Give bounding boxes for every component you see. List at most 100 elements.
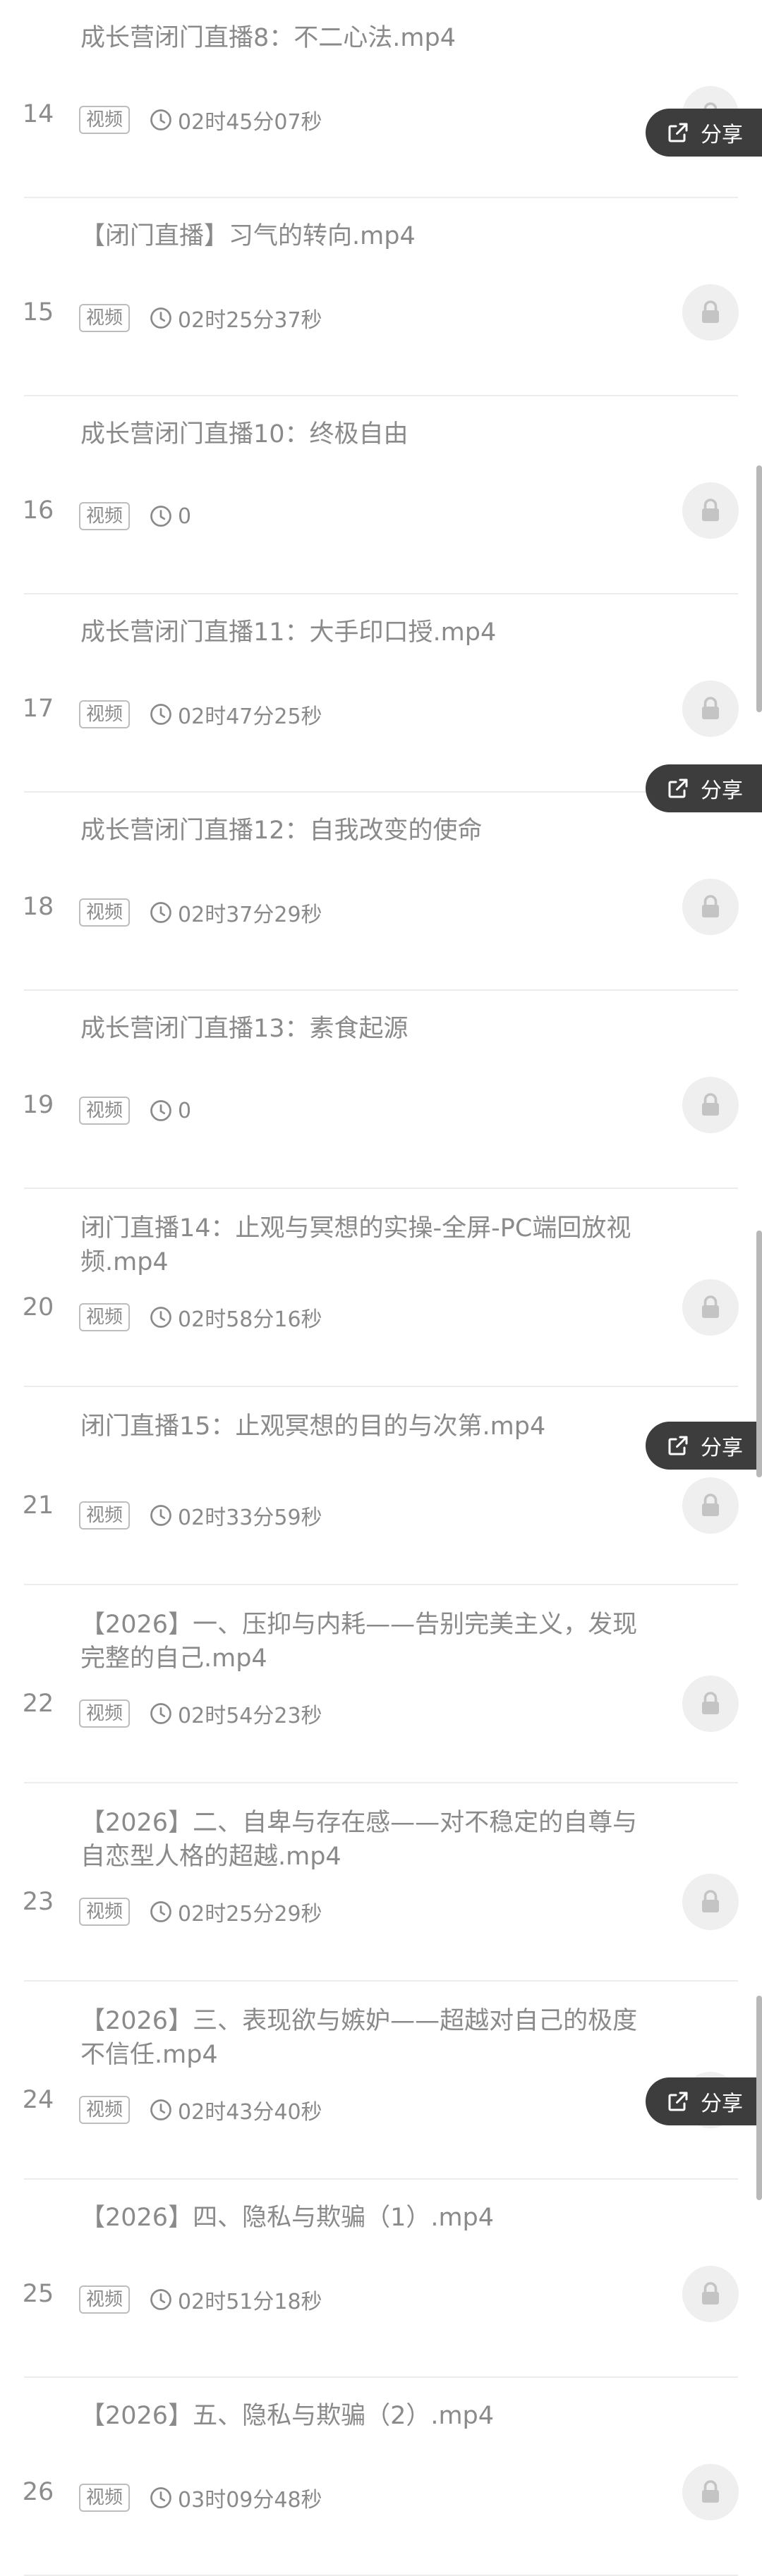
item-duration: 02时51分18秒 bbox=[178, 2290, 322, 2314]
lock-button[interactable] bbox=[682, 1675, 739, 1732]
video-tag: 视频 bbox=[79, 2285, 131, 2314]
scrollbar-thumb[interactable] bbox=[756, 465, 762, 712]
item-meta: 视频 02时54分23秒 bbox=[79, 1698, 322, 1729]
item-number: 24 bbox=[22, 2086, 54, 2114]
item-number: 16 bbox=[22, 496, 54, 525]
list-item[interactable]: 25 【2026】四、隐私与欺骗（1）.mp4 视频 02时51分18秒 bbox=[0, 2180, 762, 2378]
item-number: 22 bbox=[22, 1690, 54, 1718]
list-item[interactable]: 17 成长营闭门直播11：大手印口授.mp4 视频 02时47分25秒 bbox=[0, 594, 762, 793]
lock-button[interactable] bbox=[682, 1874, 739, 1930]
share-label: 分享 bbox=[701, 123, 743, 147]
item-number: 20 bbox=[22, 1293, 54, 1321]
share-icon bbox=[668, 123, 688, 142]
item-title[interactable]: 【2026】四、隐私与欺骗（1）.mp4 bbox=[80, 2201, 645, 2235]
item-title[interactable]: 【2026】二、自卑与存在感——对不稳定的自尊与自恋型人格的超越.mp4 bbox=[80, 1806, 645, 1874]
clock-icon bbox=[150, 1100, 171, 1121]
lock-button[interactable] bbox=[682, 680, 739, 737]
item-number: 21 bbox=[22, 1491, 54, 1520]
scrollbar-thumb[interactable] bbox=[756, 1231, 762, 1477]
share-label: 分享 bbox=[701, 2092, 743, 2116]
clock-icon bbox=[150, 506, 171, 527]
clock-icon bbox=[150, 1901, 171, 1922]
video-tag: 视频 bbox=[79, 2096, 131, 2124]
item-duration: 0 bbox=[178, 1098, 192, 1123]
lock-icon bbox=[702, 1890, 719, 1912]
share-button[interactable]: 分享 bbox=[646, 109, 762, 157]
list-item[interactable]: 20 闭门直播14：止观与冥想的实操-全屏-PC端回放视频.mp4 视频 02时58分… bbox=[0, 1189, 762, 1387]
item-duration: 02时43分40秒 bbox=[178, 2100, 322, 2125]
item-title[interactable]: 【2026】一、压抑与内耗——告别完美主义，发现完整的自己.mp4 bbox=[80, 1608, 645, 1675]
item-duration: 02时45分07秒 bbox=[178, 110, 322, 135]
clock-icon bbox=[150, 1505, 171, 1526]
list-item[interactable]: 26 【2026】五、隐私与欺骗（2）.mp4 视频 03时09分48秒 bbox=[0, 2378, 762, 2576]
clock-icon bbox=[150, 109, 171, 130]
lock-icon bbox=[702, 2480, 719, 2503]
share-button[interactable]: 分享 bbox=[646, 764, 762, 812]
lock-icon bbox=[702, 697, 719, 719]
lock-icon bbox=[702, 499, 719, 521]
video-tag: 视频 bbox=[79, 304, 131, 332]
share-button[interactable]: 分享 bbox=[646, 2077, 762, 2125]
item-duration: 02时25分29秒 bbox=[178, 1902, 322, 1927]
item-title[interactable]: 闭门直播14：止观与冥想的实操-全屏-PC端回放视频.mp4 bbox=[80, 1211, 645, 1279]
share-label: 分享 bbox=[701, 779, 743, 803]
list-item[interactable]: 22 【2026】一、压抑与内耗——告别完美主义，发现完整的自己.mp4 视频 02时… bbox=[0, 1585, 762, 1783]
item-duration: 02时37分29秒 bbox=[178, 903, 322, 927]
item-meta: 视频 0 bbox=[79, 1095, 191, 1126]
video-tag: 视频 bbox=[79, 2484, 131, 2512]
lock-button[interactable] bbox=[682, 1477, 739, 1534]
list-item[interactable]: 19 成长营闭门直播13：素食起源 视频 0 bbox=[0, 991, 762, 1189]
item-meta: 视频 02时33分59秒 bbox=[79, 1500, 322, 1531]
video-tag: 视频 bbox=[79, 1097, 131, 1125]
item-title[interactable]: 成长营闭门直播8：不二心法.mp4 bbox=[80, 21, 645, 55]
list-item[interactable]: 16 成长营闭门直播10：终极自由 视频 0 bbox=[0, 396, 762, 594]
lock-button[interactable] bbox=[682, 1279, 739, 1336]
lock-icon bbox=[702, 1295, 719, 1318]
item-number: 15 bbox=[22, 298, 54, 326]
item-title[interactable]: 闭门直播15：止观冥想的目的与次第.mp4 bbox=[80, 1410, 645, 1443]
scrollbar-thumb[interactable] bbox=[756, 1996, 762, 2200]
item-meta: 视频 02时47分25秒 bbox=[79, 699, 322, 730]
video-tag: 视频 bbox=[79, 1898, 131, 1926]
item-meta: 视频 02时37分29秒 bbox=[79, 897, 322, 928]
clock-icon bbox=[150, 1703, 171, 1724]
lock-button[interactable] bbox=[682, 2464, 739, 2520]
item-number: 17 bbox=[22, 695, 54, 723]
share-icon bbox=[668, 1436, 688, 1455]
video-tag: 视频 bbox=[79, 1303, 131, 1331]
list-item[interactable]: 18 成长营闭门直播12：自我改变的使命视频 02时37分29秒 bbox=[0, 793, 762, 991]
item-title[interactable]: 成长营闭门直播12：自我改变的使命 bbox=[80, 814, 645, 848]
list-item[interactable]: 21 闭门直播15：止观冥想的目的与次第.mp4 视频 02时33分59秒 bbox=[0, 1387, 762, 1585]
item-number: 18 bbox=[22, 893, 54, 921]
item-title[interactable]: 成长营闭门直播10：终极自由 bbox=[80, 417, 645, 451]
item-duration: 03时09分48秒 bbox=[178, 2488, 322, 2513]
lock-button[interactable] bbox=[682, 482, 739, 539]
list-item[interactable]: 15 【闭门直播】习气的转向.mp4 视频 02时25分37秒 bbox=[0, 198, 762, 396]
video-tag: 视频 bbox=[79, 502, 131, 530]
list-item[interactable]: 14 成长营闭门直播8：不二心法.mp4 视频 02时45分07秒 bbox=[0, 0, 762, 198]
lock-button[interactable] bbox=[682, 1077, 739, 1133]
item-number: 26 bbox=[22, 2478, 54, 2506]
video-tag: 视频 bbox=[79, 898, 131, 927]
item-title[interactable]: 【2026】三、表现欲与嫉妒——超越对自己的极度不信任.mp4 bbox=[80, 2004, 645, 2072]
lock-button[interactable] bbox=[682, 284, 739, 341]
item-meta: 视频 03时09分48秒 bbox=[79, 2482, 322, 2513]
lock-icon bbox=[702, 895, 719, 917]
item-meta: 视频 02时51分18秒 bbox=[79, 2284, 322, 2315]
item-title[interactable]: 成长营闭门直播13：素食起源 bbox=[80, 1012, 645, 1046]
video-tag: 视频 bbox=[79, 700, 131, 728]
item-title[interactable]: 【2026】五、隐私与欺骗（2）.mp4 bbox=[80, 2399, 645, 2433]
item-meta: 视频 02时25分37秒 bbox=[79, 303, 322, 334]
clock-icon bbox=[150, 307, 171, 329]
lock-button[interactable] bbox=[682, 879, 739, 935]
lock-icon bbox=[702, 2282, 719, 2305]
clock-icon bbox=[150, 2099, 171, 2120]
clock-icon bbox=[150, 2289, 171, 2310]
item-title[interactable]: 【闭门直播】习气的转向.mp4 bbox=[80, 219, 645, 253]
item-duration: 02时47分25秒 bbox=[178, 704, 322, 729]
share-button[interactable]: 分享 bbox=[646, 1422, 762, 1470]
list-item[interactable]: 24 【2026】三、表现欲与嫉妒——超越对自己的极度不信任.mp4 视频 02时43… bbox=[0, 1982, 762, 2180]
item-title[interactable]: 成长营闭门直播11：大手印口授.mp4 bbox=[80, 616, 645, 649]
list-item[interactable]: 23 【2026】二、自卑与存在感——对不稳定的自尊与自恋型人格的超越.mp4 视频… bbox=[0, 1783, 762, 1982]
lock-button[interactable] bbox=[682, 2266, 739, 2322]
